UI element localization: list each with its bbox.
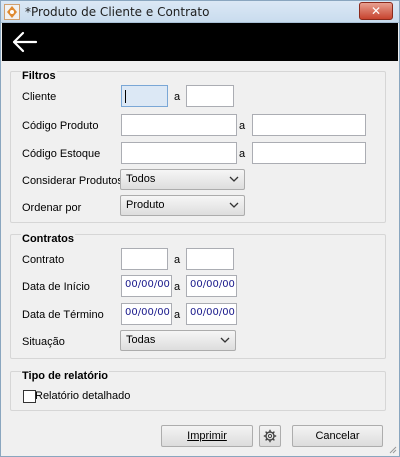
codigo-produto-to-input[interactable] <box>252 114 366 136</box>
data-inicio-to-input[interactable]: 00/00/00 <box>186 275 237 297</box>
contrato-range-separator: a <box>174 254 181 266</box>
codigo-estoque-to-input[interactable] <box>252 142 366 164</box>
data-termino-range-separator: a <box>174 309 181 321</box>
report-window: *Produto de Cliente e Contrato ✕ Filtros… <box>0 0 400 457</box>
contratos-group: Contratos Contrato a Data de Início 00/0… <box>10 233 386 359</box>
codigo-produto-range-separator: a <box>239 120 246 132</box>
settings-button[interactable] <box>259 425 281 447</box>
contrato-to-input[interactable] <box>186 248 234 270</box>
cliente-to-input[interactable] <box>186 85 234 107</box>
tipo-relatorio-group: Tipo de relatório Relatório detalhado <box>10 370 386 411</box>
data-inicio-from-input[interactable]: 00/00/00 <box>121 275 172 297</box>
window-title: *Produto de Cliente e Contrato <box>25 5 210 19</box>
codigo-estoque-from-input[interactable] <box>121 142 237 164</box>
close-button[interactable]: ✕ <box>359 2 393 20</box>
codigo-estoque-label: Código Estoque <box>22 148 101 160</box>
chevron-down-icon <box>220 337 230 343</box>
top-toolbar <box>2 23 398 61</box>
considerar-produtos-label: Considerar Produtos <box>22 175 123 187</box>
contrato-from-input[interactable] <box>121 248 168 270</box>
close-icon: ✕ <box>370 4 382 18</box>
codigo-produto-label: Código Produto <box>22 120 99 132</box>
gear-icon <box>263 429 277 443</box>
situacao-label: Situação <box>22 336 65 348</box>
text-caret <box>125 90 126 103</box>
filtros-title: Filtros <box>21 70 57 82</box>
data-termino-from-input[interactable]: 00/00/00 <box>121 303 172 325</box>
situacao-select[interactable]: Todas <box>120 330 236 351</box>
contratos-title: Contratos <box>21 233 75 245</box>
considerar-produtos-select[interactable]: Todos <box>120 169 245 190</box>
resize-grip-icon[interactable] <box>387 444 397 454</box>
cliente-range-separator: a <box>174 91 181 103</box>
codigo-produto-from-input[interactable] <box>121 114 237 136</box>
title-bar[interactable]: *Produto de Cliente e Contrato ✕ <box>1 1 399 23</box>
codigo-estoque-range-separator: a <box>239 148 246 160</box>
chevron-down-icon <box>229 202 239 208</box>
contrato-label: Contrato <box>22 254 65 266</box>
data-termino-label: Data de Término <box>22 309 104 321</box>
data-termino-to-input[interactable]: 00/00/00 <box>186 303 237 325</box>
cliente-label: Cliente <box>22 91 57 103</box>
tipo-relatorio-title: Tipo de relatório <box>21 370 109 382</box>
filtros-group: Filtros Cliente a Código Produto a Códig… <box>10 70 386 223</box>
chevron-down-icon <box>229 176 239 182</box>
ordenar-por-label: Ordenar por <box>22 202 82 214</box>
ordenar-por-select[interactable]: Produto <box>120 195 245 216</box>
back-arrow-icon[interactable] <box>12 31 38 53</box>
cliente-from-input[interactable] <box>121 85 168 107</box>
app-icon <box>4 4 20 20</box>
cancelar-button[interactable]: Cancelar <box>292 425 383 447</box>
relatorio-detalhado-label[interactable]: Relatório detalhado <box>35 390 130 402</box>
data-inicio-range-separator: a <box>174 281 181 293</box>
imprimir-button[interactable]: Imprimir <box>161 425 253 447</box>
data-inicio-label: Data de Início <box>22 281 90 293</box>
